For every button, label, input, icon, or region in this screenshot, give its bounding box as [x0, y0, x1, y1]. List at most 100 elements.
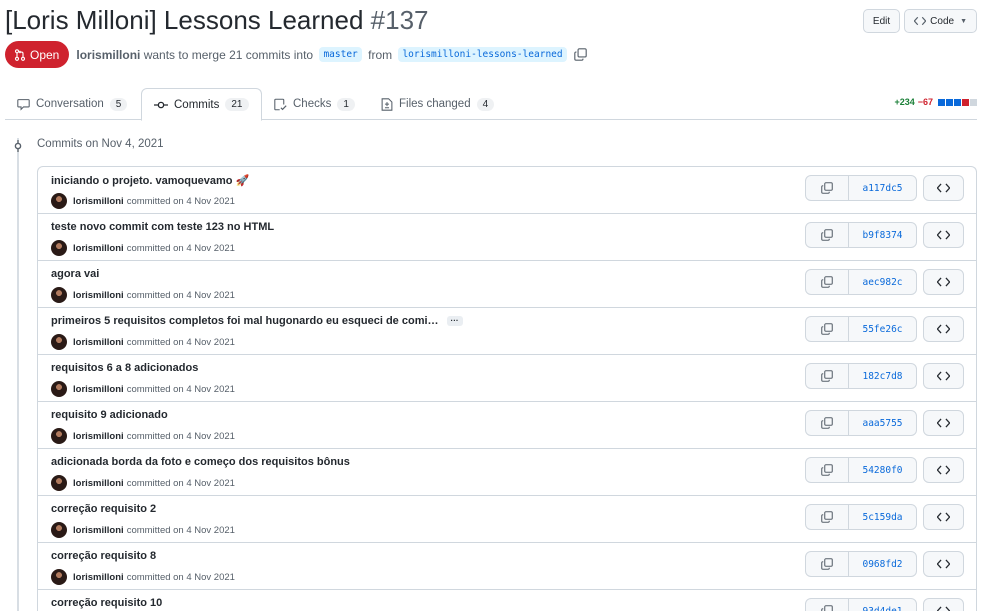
commit-message[interactable]: requisito 9 adicionado	[51, 409, 168, 421]
sha-button-group: 0968fd2	[805, 551, 917, 577]
copy-sha-button[interactable]	[806, 270, 849, 294]
code-icon	[937, 324, 950, 334]
avatar[interactable]	[51, 334, 67, 350]
edit-label: Edit	[872, 15, 891, 27]
browse-repo-button[interactable]	[923, 363, 964, 389]
copy-sha-button[interactable]	[806, 505, 849, 529]
copy-icon	[821, 370, 833, 382]
edit-button[interactable]: Edit	[862, 9, 901, 33]
commit-message[interactable]: teste novo commit com teste 123 no HTML	[51, 221, 274, 233]
commit-sha-link[interactable]: aec982c	[849, 270, 916, 294]
copy-icon[interactable]	[573, 48, 587, 61]
tab-files-changed[interactable]: Files changed 4	[369, 88, 506, 120]
copy-sha-button[interactable]	[806, 364, 849, 388]
commit-row: requisito 9 adicionado lorismilloni comm…	[38, 402, 976, 449]
copy-sha-button[interactable]	[806, 552, 849, 576]
tab-conversation[interactable]: Conversation 5	[5, 88, 139, 120]
meta-text-from: from	[364, 47, 396, 62]
base-branch[interactable]: master	[319, 47, 362, 62]
commit-row: agora vai lorismilloni committed on 4 No…	[38, 261, 976, 308]
tab-label: Commits	[174, 98, 220, 111]
avatar[interactable]	[51, 240, 67, 256]
commit-sha-link[interactable]: a117dc5	[849, 176, 916, 200]
browse-repo-button[interactable]	[923, 457, 964, 483]
copy-sha-button[interactable]	[806, 458, 849, 482]
pr-title: [Loris Milloni] Lessons Learned	[5, 5, 364, 35]
browse-repo-button[interactable]	[923, 316, 964, 342]
browse-repo-button[interactable]	[923, 410, 964, 436]
avatar[interactable]	[51, 287, 67, 303]
copy-icon	[821, 511, 833, 523]
commit-sha-link[interactable]: 182c7d8	[849, 364, 916, 388]
commit-message-wrap: correção requisito 8	[51, 550, 156, 562]
browse-repo-button[interactable]	[923, 269, 964, 295]
commit-sha-link[interactable]: 93d4de1	[849, 599, 916, 611]
commit-row: requisitos 6 a 8 adicionados lorismillon…	[38, 355, 976, 402]
tab-commits[interactable]: Commits 21	[141, 88, 262, 121]
commit-message[interactable]: correção requisito 8	[51, 550, 156, 562]
commit-message[interactable]: correção requisito 10	[51, 597, 162, 609]
commit-sha-link[interactable]: aaa5755	[849, 411, 916, 435]
copy-sha-button[interactable]	[806, 223, 849, 247]
commit-meta: lorismilloni committed on 4 Nov 2021	[51, 475, 235, 491]
expand-message-button[interactable]: ···	[446, 316, 463, 326]
commit-message[interactable]: iniciando o projeto. vamoquevamo 🚀	[51, 174, 249, 187]
commit-message[interactable]: adicionada borda da foto e começo dos re…	[51, 456, 350, 468]
commit-message[interactable]: agora vai	[51, 268, 99, 280]
code-icon	[937, 183, 950, 193]
commit-sha-link[interactable]: b9f8374	[849, 223, 916, 247]
commit-message[interactable]: primeiros 5 requisitos completos foi mal…	[51, 315, 439, 327]
diffstat[interactable]: +234 −67	[894, 97, 977, 107]
author-link[interactable]: lorismilloni	[76, 48, 140, 62]
copy-sha-button[interactable]	[806, 176, 849, 200]
sha-button-group: 93d4de1	[805, 598, 917, 611]
status-label: Open	[30, 47, 60, 62]
commit-sha-link[interactable]: 5c159da	[849, 505, 916, 529]
commit-sha-link[interactable]: 54280f0	[849, 458, 916, 482]
browse-repo-button[interactable]	[923, 598, 964, 611]
commit-icon	[12, 140, 24, 152]
head-branch[interactable]: lorismilloni-lessons-learned	[398, 47, 567, 62]
code-icon	[937, 277, 950, 287]
browse-repo-button[interactable]	[923, 551, 964, 577]
avatar[interactable]	[51, 381, 67, 397]
browse-repo-button[interactable]	[923, 175, 964, 201]
avatar[interactable]	[51, 193, 67, 209]
commit-author[interactable]: lorismilloni	[73, 290, 124, 301]
commit-author[interactable]: lorismilloni	[73, 337, 124, 348]
code-button[interactable]: Code ▼	[904, 9, 977, 33]
commit-author[interactable]: lorismilloni	[73, 196, 124, 207]
commit-author[interactable]: lorismilloni	[73, 384, 124, 395]
timeline-line	[17, 138, 19, 611]
tab-counter: 4	[476, 97, 495, 111]
commit-meta: lorismilloni committed on 4 Nov 2021	[51, 334, 235, 350]
tab-checks[interactable]: Checks 1	[262, 88, 367, 120]
commit-sha-link[interactable]: 0968fd2	[849, 552, 916, 576]
avatar[interactable]	[51, 522, 67, 538]
commit-sha-link[interactable]: 55fe26c	[849, 317, 916, 341]
sha-button-group: 54280f0	[805, 457, 917, 483]
comment-icon	[17, 98, 30, 111]
commit-author[interactable]: lorismilloni	[73, 572, 124, 583]
copy-sha-button[interactable]	[806, 317, 849, 341]
commit-row: correção requisito 10 lorismilloni commi…	[38, 590, 976, 611]
commit-author[interactable]: lorismilloni	[73, 478, 124, 489]
commit-message[interactable]: correção requisito 2	[51, 503, 156, 515]
commit-group-date: Commits on Nov 4, 2021	[37, 138, 164, 150]
commit-author[interactable]: lorismilloni	[73, 243, 124, 254]
commit-message[interactable]: requisitos 6 a 8 adicionados	[51, 362, 198, 374]
code-icon	[937, 371, 950, 381]
commit-row: correção requisito 2 lorismilloni commit…	[38, 496, 976, 543]
browse-repo-button[interactable]	[923, 222, 964, 248]
tab-counter: 1	[337, 97, 355, 111]
commit-author[interactable]: lorismilloni	[73, 431, 124, 442]
avatar[interactable]	[51, 569, 67, 585]
commit-author[interactable]: lorismilloni	[73, 525, 124, 536]
browse-repo-button[interactable]	[923, 504, 964, 530]
commit-meta: lorismilloni committed on 4 Nov 2021	[51, 287, 235, 303]
copy-sha-button[interactable]	[806, 599, 849, 611]
avatar[interactable]	[51, 428, 67, 444]
avatar[interactable]	[51, 475, 67, 491]
copy-sha-button[interactable]	[806, 411, 849, 435]
commit-message-wrap: iniciando o projeto. vamoquevamo 🚀	[51, 174, 249, 187]
